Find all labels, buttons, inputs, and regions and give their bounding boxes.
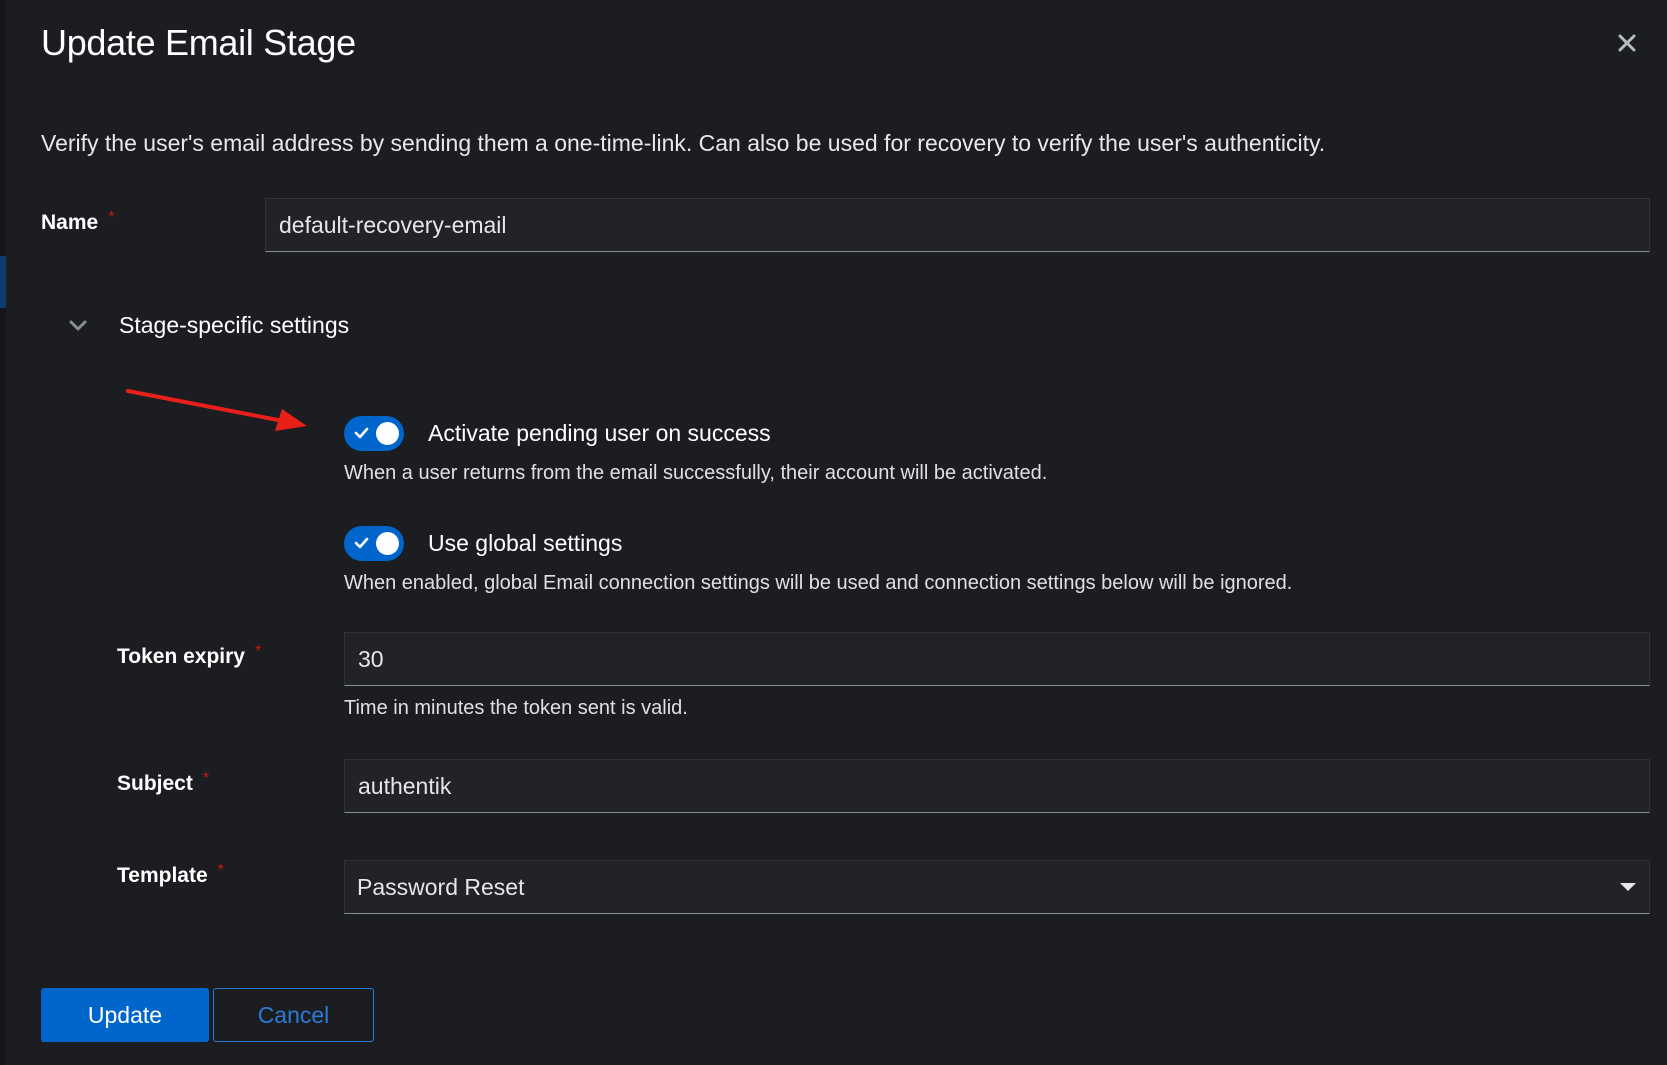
use-global-row: Use global settings (344, 526, 622, 561)
subject-input[interactable] (344, 759, 1650, 813)
background-page-edge (0, 0, 6, 1065)
use-global-label: Use global settings (428, 530, 623, 556)
use-global-helper: When enabled, global Email connection se… (344, 572, 1293, 594)
use-global-switch[interactable] (344, 526, 404, 561)
caret-down-icon (1620, 883, 1636, 891)
modal-title: Update Email Stage (41, 22, 356, 63)
token-expiry-input[interactable] (344, 632, 1650, 686)
required-indicator: * (108, 209, 115, 226)
token-expiry-label: Token expiry * (117, 643, 262, 668)
switch-knob (376, 422, 399, 445)
update-email-stage-modal: Update Email Stage Verify the user's ema… (0, 0, 1667, 1065)
template-selected-value: Password Reset (357, 873, 525, 900)
activate-pending-switch[interactable] (344, 416, 404, 451)
name-input[interactable] (265, 198, 1650, 252)
check-icon (354, 427, 369, 439)
token-expiry-helper: Time in minutes the token sent is valid. (344, 697, 688, 719)
cancel-button[interactable]: Cancel (213, 988, 374, 1042)
switch-knob (376, 532, 399, 555)
template-select[interactable]: Password Reset (344, 860, 1650, 914)
required-indicator: * (202, 770, 210, 787)
name-label: Name * (41, 209, 115, 234)
close-button[interactable] (1612, 28, 1642, 58)
chevron-down-icon (66, 314, 90, 338)
update-button[interactable]: Update (41, 988, 209, 1042)
close-icon (1618, 34, 1636, 52)
background-nav-highlight (0, 256, 6, 308)
check-icon (354, 537, 369, 549)
red-arrow-icon (126, 389, 307, 431)
activate-pending-helper: When a user returns from the email succe… (344, 462, 1048, 484)
activate-pending-row: Activate pending user on success (344, 416, 771, 451)
stage-settings-label: Stage-specific settings (119, 312, 350, 338)
template-label: Template * (117, 862, 224, 887)
required-indicator: * (255, 643, 262, 660)
stage-settings-toggle[interactable]: Stage-specific settings (66, 312, 349, 339)
required-indicator: * (217, 862, 224, 879)
subject-label: Subject * (117, 770, 210, 795)
modal-description: Verify the user's email address by sendi… (41, 130, 1326, 156)
activate-pending-label: Activate pending user on success (428, 420, 771, 446)
